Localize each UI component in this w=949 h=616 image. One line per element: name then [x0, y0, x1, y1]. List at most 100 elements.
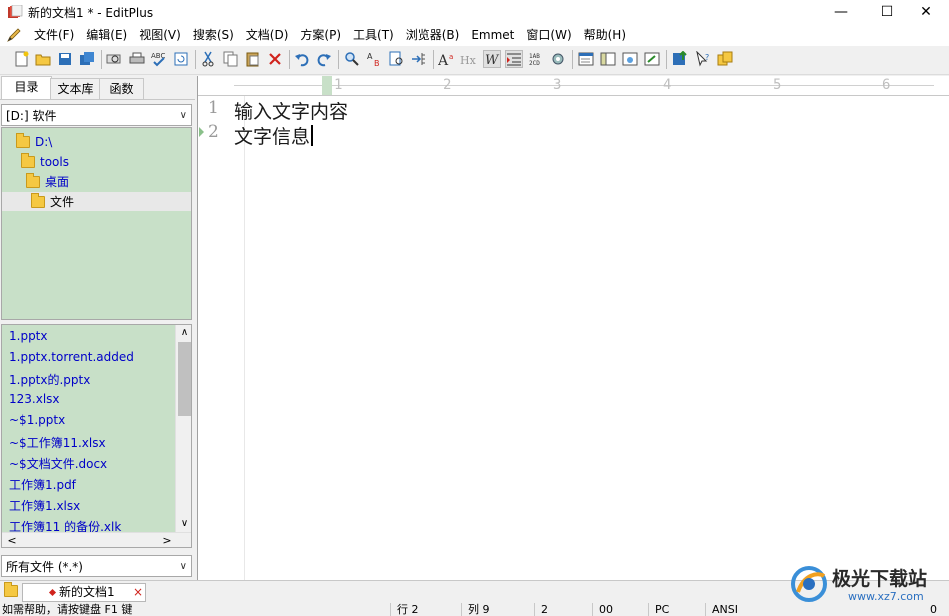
drive-select-value: [D:] 软件	[6, 109, 57, 123]
help-icon[interactable]: ?	[694, 50, 712, 68]
list-item[interactable]: 工作簿1.xlsx	[9, 497, 80, 514]
copy-icon[interactable]	[222, 50, 240, 68]
paste-icon[interactable]	[244, 50, 262, 68]
file-filter-select[interactable]: 所有文件 (*.*) ∨	[1, 555, 192, 577]
tree-item-label: 文件	[50, 195, 75, 209]
tree-item-label: D:\	[35, 134, 53, 149]
file-list: 1.pptx 1.pptx.torrent.added 1.pptx的.pptx…	[1, 324, 192, 548]
file-list-vertical-scrollbar[interactable]: ∧ ∨	[175, 325, 191, 532]
list-item[interactable]: 1.pptx的.pptx	[9, 371, 90, 388]
editplus-app-icon	[8, 5, 23, 18]
list-item[interactable]: 工作簿1.pdf	[9, 476, 76, 493]
undo-icon[interactable]	[293, 50, 311, 68]
cliptext-library-icon[interactable]	[716, 50, 734, 68]
code-line-text: 输入文字内容	[234, 101, 349, 123]
settings-icon[interactable]	[549, 50, 567, 68]
code-line[interactable]: 文字信息	[234, 122, 314, 149]
code-line[interactable]: 输入文字内容	[234, 97, 348, 124]
pencil-icon	[7, 28, 21, 42]
scrollbar-thumb[interactable]	[178, 342, 191, 416]
tree-item-desktop[interactable]: 桌面	[2, 172, 191, 191]
list-item[interactable]: ~$工作簿11.xlsx	[9, 434, 106, 451]
list-item[interactable]: ~$1.pptx	[9, 413, 65, 427]
svg-text:a: a	[449, 53, 453, 61]
scroll-right-icon[interactable]: >	[160, 533, 174, 547]
refresh-icon[interactable]	[172, 50, 190, 68]
status-column: 列 9	[468, 603, 490, 616]
scroll-left-icon[interactable]: <	[5, 533, 19, 547]
folder-icon	[26, 172, 40, 188]
indent-icon[interactable]	[505, 50, 523, 68]
menu-edit[interactable]: 编辑(E)	[80, 24, 133, 46]
print-preview-icon[interactable]	[105, 50, 123, 68]
ruler-number: 5	[773, 77, 782, 93]
modified-indicator-icon	[48, 588, 57, 597]
editor-area[interactable]: 1 2 3 4 5 6 1 2 输入文字内容 文字信息	[197, 76, 949, 580]
html-icon[interactable]: Hx	[460, 50, 478, 68]
tab-functions[interactable]: 函数	[99, 78, 144, 99]
menu-help[interactable]: 帮助(H)	[578, 24, 632, 46]
font-size-icon[interactable]: Aa	[438, 50, 456, 68]
new-file-icon[interactable]	[13, 50, 31, 68]
user-tool-icon[interactable]	[643, 50, 661, 68]
browser-icon[interactable]	[621, 50, 639, 68]
menu-browser[interactable]: 浏览器(B)	[400, 24, 466, 46]
scroll-down-icon[interactable]: ∨	[176, 516, 191, 532]
menu-file[interactable]: 文件(F)	[28, 24, 80, 46]
tree-item-tools[interactable]: tools	[2, 152, 191, 171]
minimize-button[interactable]: —	[818, 0, 864, 24]
save-all-icon[interactable]	[78, 50, 96, 68]
menu-project[interactable]: 方案(P)	[294, 24, 347, 46]
status-encoding: ANSI	[712, 603, 738, 616]
tree-item-label: tools	[40, 154, 69, 169]
open-file-icon[interactable]	[34, 50, 52, 68]
tab-directory[interactable]: 目录	[1, 76, 52, 99]
folder-tree-items: D:\ tools 桌面 文件	[2, 128, 191, 319]
tree-item-d[interactable]: D:\	[2, 132, 191, 151]
ftp-upload-icon[interactable]	[671, 50, 689, 68]
menu-window[interactable]: 窗口(W)	[520, 24, 577, 46]
list-item[interactable]: ~$文档文件.docx	[9, 455, 107, 472]
menu-view[interactable]: 视图(V)	[133, 24, 187, 46]
tab-cliptext[interactable]: 文本库	[50, 78, 101, 99]
tree-item-files[interactable]: 文件	[2, 192, 191, 211]
column-select-icon[interactable]: 1AB 2CD	[528, 50, 546, 68]
save-icon[interactable]	[56, 50, 74, 68]
document-tab-label: 新的文档1	[59, 585, 115, 599]
menu-search[interactable]: 搜索(S)	[187, 24, 240, 46]
svg-text:W: W	[485, 53, 500, 66]
delete-icon[interactable]	[266, 50, 284, 68]
menu-tools[interactable]: 工具(T)	[347, 24, 400, 46]
spell-check-icon[interactable]: ABC	[150, 50, 168, 68]
menu-document[interactable]: 文档(D)	[240, 24, 295, 46]
find-in-files-icon[interactable]	[388, 50, 406, 68]
document-tab[interactable]: 新的文档1 ×	[22, 583, 146, 602]
cliptext-icon[interactable]	[599, 50, 617, 68]
toolbar: ABC AB Aa Hx W 1AB 2CD ?	[0, 46, 949, 75]
close-tab-icon[interactable]: ×	[133, 584, 143, 601]
goto-line-icon[interactable]	[410, 50, 428, 68]
list-item[interactable]: 1.pptx.torrent.added	[9, 350, 134, 364]
scroll-up-icon[interactable]: ∧	[176, 325, 191, 341]
file-list-horizontal-scrollbar[interactable]: < >	[2, 532, 191, 547]
open-folder-icon	[31, 192, 45, 208]
cut-icon[interactable]	[199, 50, 217, 68]
drive-select[interactable]: [D:] 软件 ∨	[1, 104, 192, 126]
watermark-name: 极光下载站	[832, 568, 928, 590]
folder-icon[interactable]	[4, 582, 18, 597]
watermark: 极光下载站 www.xz7.com	[790, 562, 946, 606]
list-item[interactable]: 123.xlsx	[9, 392, 60, 406]
redo-icon[interactable]	[315, 50, 333, 68]
close-button[interactable]: ✕	[903, 0, 949, 24]
text-caret	[311, 125, 314, 146]
replace-icon[interactable]: AB	[366, 50, 384, 68]
status-line-ending: PC	[655, 603, 670, 616]
find-icon[interactable]	[343, 50, 361, 68]
word-wrap-icon[interactable]: W	[483, 50, 501, 68]
menu-emmet[interactable]: Emmet	[465, 24, 520, 46]
output-window-icon[interactable]	[577, 50, 595, 68]
menu-bar: 文件(F) 编辑(E) 视图(V) 搜索(S) 文档(D) 方案(P) 工具(T…	[0, 24, 949, 69]
chevron-down-icon: ∨	[179, 561, 187, 572]
list-item[interactable]: 1.pptx	[9, 329, 48, 343]
print-icon[interactable]	[128, 50, 146, 68]
